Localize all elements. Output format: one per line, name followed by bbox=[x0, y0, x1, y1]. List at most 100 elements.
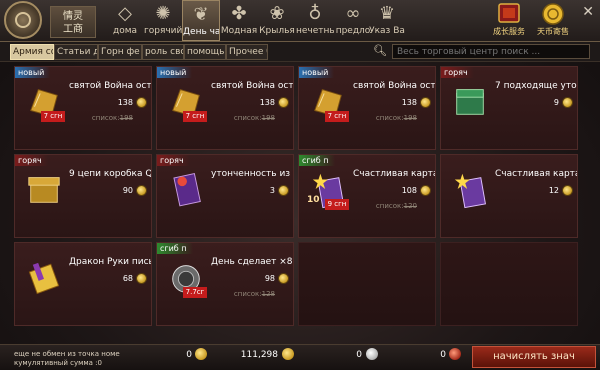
item-tag: сгиб п bbox=[299, 155, 335, 166]
subtab-horn[interactable]: Горн фе bbox=[98, 44, 142, 60]
dragon-scroll-icon bbox=[28, 262, 60, 295]
purple-card-icon bbox=[173, 173, 201, 207]
item-name: Дракон Руки писы bbox=[69, 257, 151, 267]
search-input[interactable] bbox=[392, 44, 590, 59]
book-icon bbox=[498, 3, 520, 23]
subtab-help[interactable]: помощь bbox=[184, 44, 226, 60]
hot-new-icon: ✺ bbox=[155, 3, 171, 24]
cumulative-note: кумулятивный сумма :0 bbox=[14, 359, 102, 367]
item-card[interactable]: сгиб п 7.7сг День сделает ×8 98 список:128 bbox=[156, 242, 294, 326]
item-price: 9 bbox=[553, 98, 559, 107]
tab-fashion[interactable]: ✤ Модная bbox=[220, 0, 258, 41]
gold-coin-icon bbox=[562, 97, 573, 108]
item-price: 138 bbox=[259, 98, 275, 107]
item-tag: новый bbox=[157, 67, 193, 78]
growth-service-button[interactable]: 成长服务 bbox=[488, 2, 530, 40]
shop-brand: 情灵 工商 bbox=[50, 6, 96, 38]
subtab-other[interactable]: Прочее б bbox=[226, 44, 268, 60]
gold-coin-icon bbox=[420, 185, 431, 196]
search-icon[interactable]: 🔍︎ bbox=[373, 44, 387, 58]
item-price: 98 bbox=[264, 274, 275, 283]
balance-value-3: 0 bbox=[356, 350, 362, 360]
item-name: святой Война оста bbox=[69, 81, 151, 91]
item-card[interactable]: новый 7 сгн святой Война оста 138 список:198 bbox=[298, 66, 436, 150]
item-name: Счастливая карта bbox=[495, 169, 577, 179]
item-tag: сгиб п bbox=[157, 243, 193, 254]
item-name: 7 подходяще утон bbox=[495, 81, 577, 91]
discount-badge: 7 сгн bbox=[325, 111, 349, 122]
item-price: 138 bbox=[401, 98, 417, 107]
gourd-icon: ♁ bbox=[308, 3, 322, 24]
golden-box-icon bbox=[28, 177, 60, 203]
item-price: 90 bbox=[122, 186, 133, 195]
star-card-icon bbox=[454, 173, 486, 209]
subtab-army[interactable]: Армия со bbox=[10, 44, 54, 60]
gold-coin-icon bbox=[278, 97, 289, 108]
item-price: 12 bbox=[548, 186, 559, 195]
item-price: 68 bbox=[122, 274, 133, 283]
gold-coin-icon bbox=[136, 97, 147, 108]
item-price: 138 bbox=[117, 98, 133, 107]
item-stock: список:198 bbox=[91, 114, 133, 122]
crown-icon: ♛ bbox=[378, 3, 396, 24]
item-count: 10 bbox=[307, 195, 320, 205]
gold-coin-icon bbox=[282, 348, 294, 360]
subtab-articles[interactable]: Статьи д bbox=[54, 44, 98, 60]
jade-chest-icon bbox=[456, 89, 484, 115]
item-name: Счастливая карта bbox=[353, 169, 435, 179]
gold-coin-icon bbox=[278, 273, 289, 284]
item-card[interactable]: новый 7 сгн святой Война оста 138 список:198 bbox=[156, 66, 294, 150]
coin-consign-button[interactable]: 天币寄售 bbox=[532, 2, 574, 40]
balance-value-2: 111,298 bbox=[240, 350, 278, 360]
top-bar: 情灵 工商 ◇ дома ✺ горячий ❦ День ча ✤ Модна… bbox=[0, 0, 600, 42]
item-tag: новый bbox=[15, 67, 51, 78]
item-card[interactable]: Дракон Руки писы 68 bbox=[14, 242, 152, 326]
tab-wings[interactable]: ❀ Крылья bbox=[258, 0, 296, 41]
gold-coin-icon bbox=[136, 273, 147, 284]
item-stock: список:120 bbox=[375, 202, 417, 210]
subtab-role[interactable]: роль сво bbox=[142, 44, 184, 60]
tab-day[interactable]: ❦ День ча bbox=[182, 0, 220, 41]
item-price: 3 bbox=[269, 186, 275, 195]
gold-coin-icon bbox=[136, 185, 147, 196]
item-card[interactable]: горяч утонченность из 1 3 bbox=[156, 154, 294, 238]
tab-decree[interactable]: ♛ Указ Ва bbox=[368, 0, 406, 41]
guild-emblem-icon bbox=[4, 1, 42, 39]
leaf-icon: ❦ bbox=[193, 4, 209, 25]
tab-odd[interactable]: ♁ нечетны bbox=[296, 0, 334, 41]
tab-hot[interactable]: ✺ горячий bbox=[144, 0, 182, 41]
item-stock: список:198 bbox=[233, 114, 275, 122]
tab-offer[interactable]: ∞ предло bbox=[334, 0, 372, 41]
gold-coin-icon bbox=[278, 185, 289, 196]
item-card[interactable]: Счастливая карта 12 bbox=[440, 154, 578, 238]
item-name: День сделает ×8 bbox=[211, 257, 293, 267]
discount-badge: 7 сгн bbox=[183, 111, 207, 122]
item-name: святой Война оста bbox=[353, 81, 435, 91]
item-card[interactable]: горяч 7 подходяще утон 9 bbox=[440, 66, 578, 150]
balance-value-4: 0 bbox=[440, 350, 446, 360]
tab-home[interactable]: ◇ дома bbox=[106, 0, 144, 41]
item-card[interactable]: новый 7 сгн святой Война оста 138 список:198 bbox=[14, 66, 152, 150]
shop-window: 情灵 工商 ◇ дома ✺ горячий ❦ День ча ✤ Модна… bbox=[0, 0, 600, 370]
item-stock: список:198 bbox=[375, 114, 417, 122]
item-price: 108 bbox=[401, 186, 417, 195]
discount-badge: 7 сгн bbox=[41, 111, 65, 122]
discount-badge: 7.7сг bbox=[183, 287, 207, 298]
close-icon[interactable]: ✕ bbox=[582, 4, 594, 20]
item-tag: новый bbox=[299, 67, 335, 78]
redeem-button[interactable]: начислять знач bbox=[472, 346, 596, 368]
item-card[interactable]: сгиб п 10 9 сгн Счастливая карта 108 список:1… bbox=[298, 154, 436, 238]
gold-coin-icon bbox=[542, 3, 564, 25]
balance-value-1: 0 bbox=[186, 350, 192, 360]
item-card[interactable]: горяч 9 цепи коробка Qu 90 bbox=[14, 154, 152, 238]
exchange-note: еще не обмен из точка номе bbox=[14, 350, 120, 358]
item-tag: горяч bbox=[15, 155, 48, 166]
empty-slot bbox=[440, 242, 578, 326]
gold-coin-icon bbox=[420, 97, 431, 108]
silver-coin-icon bbox=[366, 348, 378, 360]
discount-badge: 9 сгн bbox=[325, 199, 349, 210]
item-stock: список:128 bbox=[233, 290, 275, 298]
item-name: святой Война оста bbox=[211, 81, 293, 91]
red-coin-icon bbox=[449, 348, 461, 360]
mask-icon: ∞ bbox=[345, 3, 361, 24]
